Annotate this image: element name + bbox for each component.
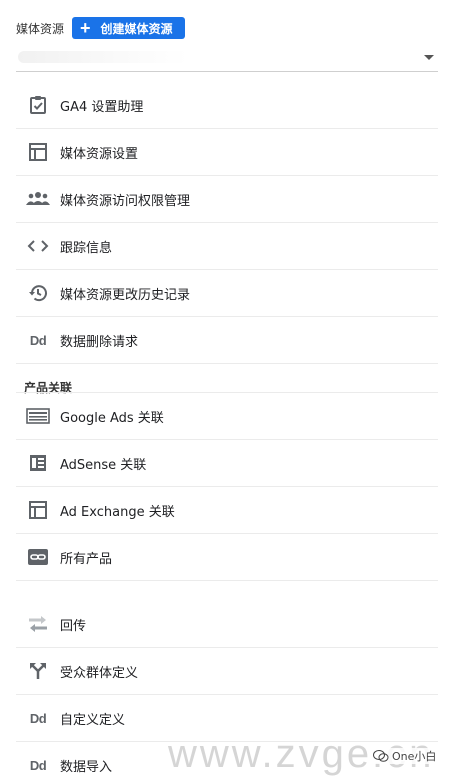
menu-item-label: 数据删除请求 <box>60 334 139 350</box>
menu-item-tracking-info[interactable]: 跟踪信息 <box>16 223 438 270</box>
property-menu: GA4 设置助理 媒体资源设置 媒体资源访问权限管理 跟踪信息 媒体资源更改历史… <box>16 82 438 364</box>
clipboard-check-icon <box>16 95 60 115</box>
property-selector[interactable] <box>16 46 438 72</box>
menu-item-label: AdSense 关联 <box>60 457 147 473</box>
menu-item-adsense-links[interactable]: AdSense 关联 <box>16 440 438 487</box>
layout-icon <box>16 142 60 162</box>
menu-item-postbacks[interactable]: 回传 <box>16 601 438 648</box>
create-property-button[interactable]: + 创建媒体资源 <box>72 17 185 39</box>
wechat-icon <box>373 750 389 762</box>
ad-exchange-icon <box>16 500 60 520</box>
menu-item-label: 自定义定义 <box>60 712 126 728</box>
menu-item-audience-definitions[interactable]: 受众群体定义 <box>16 648 438 695</box>
menu-item-ga4-setup[interactable]: GA4 设置助理 <box>16 82 438 129</box>
menu-item-google-ads-links[interactable]: Google Ads 关联 <box>16 393 438 440</box>
google-ads-icon <box>16 408 60 424</box>
menu-item-label: 所有产品 <box>60 551 113 567</box>
menu-item-label: 媒体资源更改历史记录 <box>60 287 191 303</box>
product-links-menu: Google Ads 关联 AdSense 关联 Ad Exchange 关联 … <box>16 393 438 581</box>
menu-item-ad-exchange-links[interactable]: Ad Exchange 关联 <box>16 487 438 534</box>
watermark-badge: One小白 <box>371 748 439 764</box>
link-icon <box>16 548 60 566</box>
menu-item-label: Google Ads 关联 <box>60 410 164 426</box>
menu-item-label: 回传 <box>60 618 87 634</box>
dd-icon: Dd <box>29 332 47 348</box>
dropdown-arrow-icon[interactable] <box>424 55 434 60</box>
menu-item-access-management[interactable]: 媒体资源访问权限管理 <box>16 176 438 223</box>
menu-item-property-settings[interactable]: 媒体资源设置 <box>16 129 438 176</box>
menu-item-label: 数据导入 <box>60 760 113 775</box>
dd-icon: Dd <box>29 710 47 726</box>
adsense-icon <box>16 453 60 473</box>
menu-item-label: 媒体资源设置 <box>60 146 139 162</box>
history-icon <box>16 283 60 303</box>
dd-icon: Dd <box>29 758 47 773</box>
watermark-badge-label: One小白 <box>392 750 437 763</box>
create-property-label: 创建媒体资源 <box>100 21 173 36</box>
menu-item-change-history[interactable]: 媒体资源更改历史记录 <box>16 270 438 317</box>
menu-item-label: GA4 设置助理 <box>60 99 144 115</box>
plus-icon: + <box>80 18 91 38</box>
blurred-property-name <box>18 51 188 63</box>
property-header-label: 媒体资源 <box>16 21 65 36</box>
menu-item-label: Ad Exchange 关联 <box>60 504 175 520</box>
menu-item-data-deletion[interactable]: Dd 数据删除请求 <box>16 317 438 364</box>
swap-arrows-icon <box>16 614 60 634</box>
people-icon <box>16 191 60 207</box>
header: 媒体资源 + 创建媒体资源 <box>16 16 441 40</box>
menu-item-label: 媒体资源访问权限管理 <box>60 193 191 209</box>
code-icon <box>16 238 60 254</box>
menu-item-label: 跟踪信息 <box>60 240 113 256</box>
menu-item-label: 受众群体定义 <box>60 665 139 681</box>
fork-icon <box>16 661 60 681</box>
menu-item-all-products[interactable]: 所有产品 <box>16 534 438 581</box>
